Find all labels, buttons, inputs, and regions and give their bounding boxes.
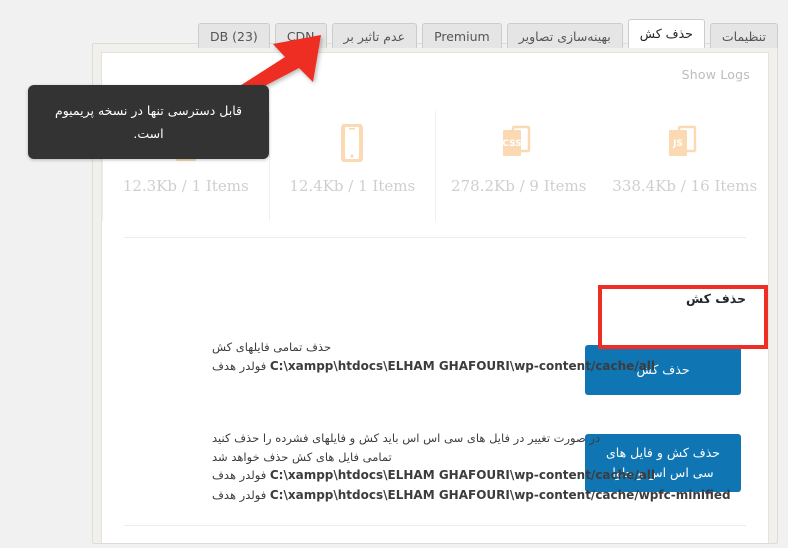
js-file-icon: JS xyxy=(665,117,705,169)
purge-cache-desc-line: حذف تمامی فایلهای کش xyxy=(212,340,332,354)
tab-exclude[interactable]: عدم تاثیر بر xyxy=(331,23,418,48)
purge-cache-target-label: فولدر هدف xyxy=(212,358,267,373)
svg-text:JS: JS xyxy=(672,139,683,149)
purge-cache-description: حذف تمامی فایلهای کش C:\xampp\htdocs\ELH… xyxy=(212,338,655,376)
section-title-purge-cache: حذف کش xyxy=(685,291,746,306)
purge-assets-path-2: C:\xampp\htdocs\ELHAM GHAFOURI\wp-conten… xyxy=(269,487,731,502)
tab-premium[interactable]: Premium xyxy=(422,23,502,48)
svg-text:CSS: CSS xyxy=(502,139,521,149)
stat-js: JS 338.4Kb / 16 Items xyxy=(602,111,769,221)
purge-assets-desc-line1: در صورت تغییر در فایل های سی اس اس باید … xyxy=(212,431,601,445)
stat-desktop-label: 12.3Kb / 1 Items xyxy=(122,177,249,195)
purge-cache-target-folder: C:\xampp\htdocs\ELHAM GHAFOURI\wp-conten… xyxy=(212,357,655,376)
tab-image-optimization[interactable]: بهینه‌سازی تصاویر xyxy=(506,23,623,48)
purge-assets-description: در صورت تغییر در فایل های سی اس اس باید … xyxy=(212,429,731,505)
stat-mobile-label: 12.4Kb / 1 Items xyxy=(289,177,416,195)
mobile-icon xyxy=(340,117,364,169)
tab-cdn[interactable]: CDN xyxy=(274,23,327,48)
tab-db[interactable]: DB (23) xyxy=(197,23,270,48)
show-logs-link[interactable]: Show Logs xyxy=(682,67,750,82)
stat-css-label: 278.2Kb / 9 Items xyxy=(451,177,587,195)
premium-tooltip: قابل دسترسی تنها در نسخه پریمیوم است. xyxy=(28,85,269,160)
stat-css: CSS 278.2Kb / 9 Items xyxy=(435,111,602,221)
purge-assets-path-1: C:\xampp\htdocs\ELHAM GHAFOURI\wp-conten… xyxy=(269,468,656,483)
stat-mobile: 12.4Kb / 1 Items xyxy=(268,111,436,221)
stat-js-label: 338.4Kb / 16 Items xyxy=(612,177,758,195)
purge-assets-target-folder-1: C:\xampp\htdocs\ELHAM GHAFOURI\wp-conten… xyxy=(212,466,731,485)
purge-assets-target-folder-2: C:\xampp\htdocs\ELHAM GHAFOURI\wp-conten… xyxy=(212,486,731,505)
purge-assets-target-label-1: فولدر هدف xyxy=(212,468,267,483)
tab-purge-cache[interactable]: حذف کش xyxy=(627,19,705,48)
purge-assets-target-label-2: فولدر هدف xyxy=(212,487,267,502)
tab-strip: تنظیمات حذف کش بهینه‌سازی تصاویر Premium… xyxy=(10,18,778,48)
tab-settings[interactable]: تنظیمات xyxy=(709,23,778,48)
divider-bottom xyxy=(124,525,746,526)
css-file-icon: CSS xyxy=(499,117,539,169)
purge-assets-desc-line2: تمامی فایل های کش حذف خواهد شد xyxy=(212,449,392,464)
divider-top xyxy=(124,237,746,238)
purge-cache-path: C:\xampp\htdocs\ELHAM GHAFOURI\wp-conten… xyxy=(269,358,656,373)
